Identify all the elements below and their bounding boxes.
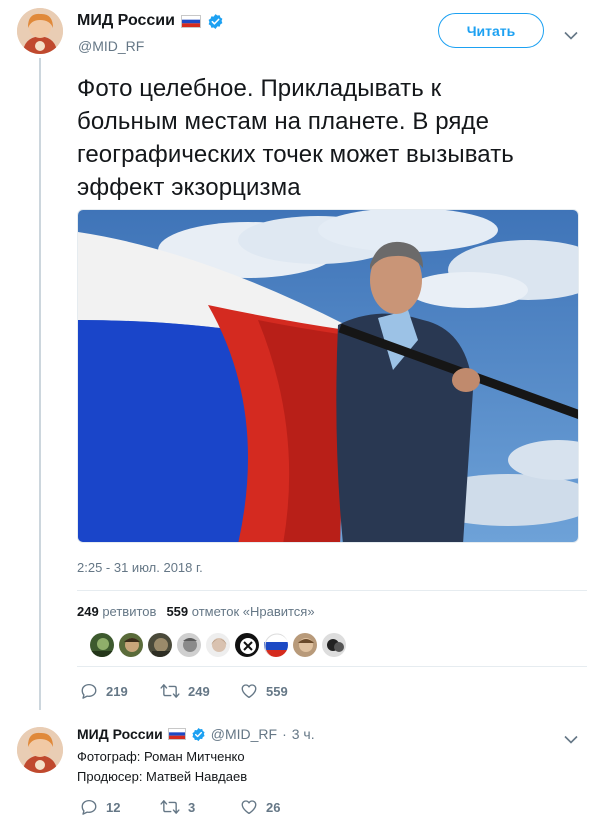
likes-label: отметок «Нравится»	[191, 604, 315, 619]
author-name-row: МИД России	[77, 12, 224, 30]
tweet-text-line: Фото целебное. Прикладывать к	[77, 75, 442, 102]
tweet-photo[interactable]	[77, 209, 579, 543]
reply-text-line: Продюсер: Матвей Навдаев	[77, 769, 248, 784]
reply-timestamp[interactable]: 3 ч.	[292, 726, 315, 742]
heart-icon	[240, 798, 258, 816]
tweet-actions: 219 249 559	[80, 682, 320, 700]
russian-flag-icon	[167, 728, 186, 740]
verified-badge-icon	[207, 13, 224, 30]
retweet-count: 249	[188, 683, 210, 699]
reply-actions: 12 3 26	[80, 798, 320, 816]
avatar[interactable]	[17, 727, 63, 773]
chevron-down-icon[interactable]	[564, 731, 578, 744]
likes-stat[interactable]: 559 отметок «Нравится»	[166, 604, 314, 619]
likes-count: 559	[166, 604, 189, 619]
liker-avatar[interactable]	[234, 632, 260, 658]
divider	[77, 666, 587, 667]
author-handle[interactable]: @MID_RF	[78, 38, 144, 54]
reply-author-handle[interactable]: @MID_RF	[211, 726, 277, 742]
author-name[interactable]: МИД России	[77, 12, 175, 30]
thread-connector-line	[39, 58, 41, 710]
separator-dot: ·	[282, 726, 287, 742]
retweets-count: 249	[77, 604, 99, 619]
retweets-label: ретвитов	[102, 604, 157, 619]
heart-icon	[240, 682, 258, 700]
engagement-stats: 249 ретвитов 559 отметок «Нравится»	[77, 604, 315, 619]
reply-header: МИД России @MID_RF · 3 ч.	[77, 726, 315, 742]
reply-icon	[80, 682, 98, 700]
tweet-text: Фото целебное. Прикладывать к больным ме…	[77, 72, 587, 204]
reply-author-name[interactable]: МИД России	[77, 726, 163, 742]
reply-count: 12	[106, 799, 121, 815]
tweet-text-line: географических точек может вызывать	[77, 141, 514, 168]
retweet-button[interactable]: 249	[160, 682, 240, 700]
liker-avatar[interactable]	[321, 632, 347, 658]
reply-button[interactable]: 12	[80, 798, 160, 816]
reply-text-line: Фотограф: Роман Митченко	[77, 749, 245, 764]
verified-badge-icon	[191, 727, 206, 742]
tweet-text-line: эффект экзорцизма	[77, 174, 301, 201]
like-count: 26	[266, 799, 281, 815]
retweet-button[interactable]: 3	[160, 798, 240, 816]
reply-count: 219	[106, 683, 128, 699]
liker-avatar[interactable]	[263, 632, 289, 658]
liker-avatar[interactable]	[147, 632, 173, 658]
like-button[interactable]: 559	[240, 682, 320, 700]
liker-avatar[interactable]	[205, 632, 231, 658]
retweet-count: 3	[188, 799, 196, 815]
reply-icon	[80, 798, 98, 816]
tweet-text-line: больным местам на планете. В ряде	[77, 108, 490, 135]
like-count: 559	[266, 683, 288, 699]
avatar[interactable]	[17, 8, 63, 54]
chevron-down-icon[interactable]	[564, 27, 578, 40]
like-button[interactable]: 26	[240, 798, 320, 816]
liker-avatar[interactable]	[118, 632, 144, 658]
retweets-stat[interactable]: 249 ретвитов	[77, 604, 156, 619]
retweet-icon	[160, 798, 180, 816]
follow-button[interactable]: Читать	[438, 13, 544, 48]
retweet-icon	[160, 682, 180, 700]
liker-avatar[interactable]	[292, 632, 318, 658]
liker-avatar[interactable]	[89, 632, 115, 658]
reply-button[interactable]: 219	[80, 682, 160, 700]
russian-flag-icon	[180, 14, 201, 28]
divider	[77, 590, 587, 591]
tweet-timestamp[interactable]: 2:25 - 31 июл. 2018 г.	[77, 560, 203, 575]
likers-avatar-list	[89, 632, 347, 658]
liker-avatar[interactable]	[176, 632, 202, 658]
